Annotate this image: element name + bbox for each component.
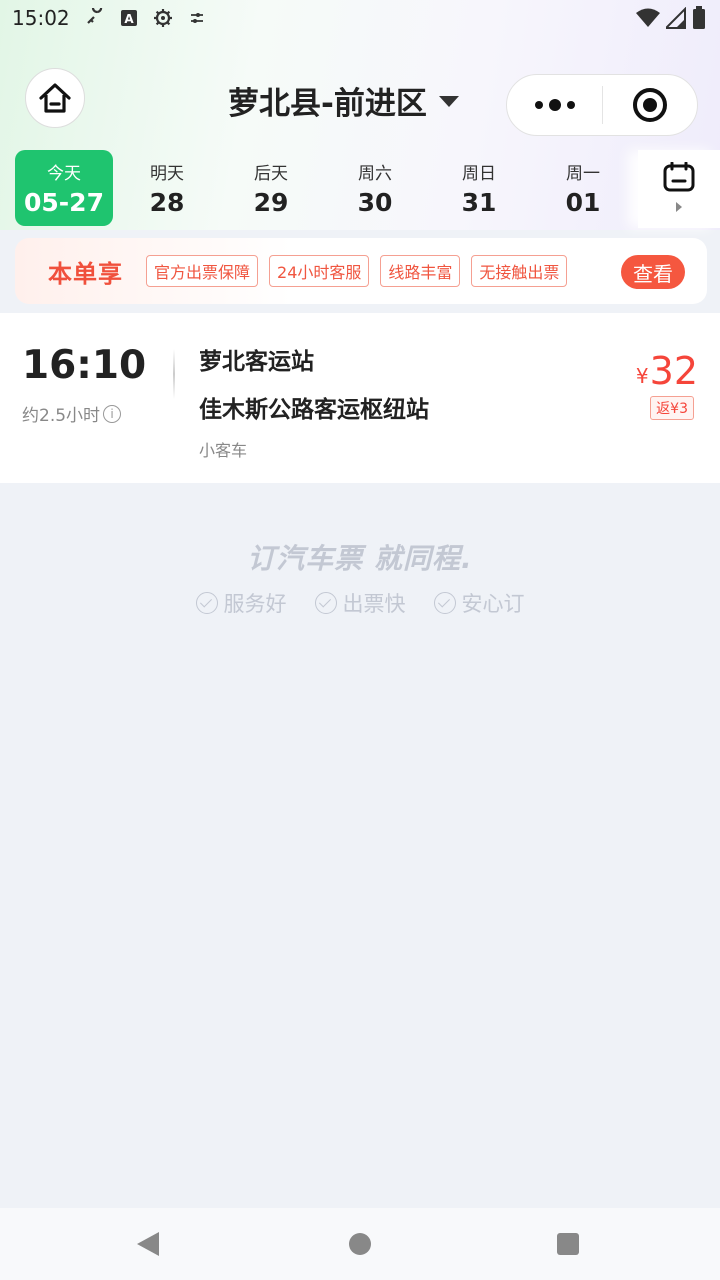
promo-tag: 官方出票保障 <box>146 255 259 287</box>
wifi-icon <box>636 8 660 27</box>
status-time: 15:02 <box>12 6 70 30</box>
promo-tag: 24小时客服 <box>269 255 370 287</box>
check-circle-icon <box>433 592 456 614</box>
date-tab-tomorrow[interactable]: 明天 28 <box>118 150 216 226</box>
status-bar: 15:02 A <box>0 0 720 36</box>
date-tab-label: 周日 <box>462 164 496 184</box>
to-station: 佳木斯公路客运枢纽站 <box>199 397 429 423</box>
date-tab-date: 28 <box>149 188 185 217</box>
vehicle-type: 小客车 <box>199 441 248 460</box>
promo-title: 本单享 <box>48 259 123 288</box>
home-icon <box>39 83 71 113</box>
price-amount: 32 <box>649 349 698 393</box>
page-title: 萝北县-前进区 <box>228 86 427 122</box>
promo-view-button[interactable]: 查看 <box>621 255 685 289</box>
date-tab-date: 30 <box>357 188 393 217</box>
status-right <box>636 6 706 30</box>
tune-icon <box>186 7 208 29</box>
date-tab-saturday[interactable]: 周六 30 <box>326 150 424 226</box>
check-circle-icon <box>195 592 218 614</box>
ticket-price: ¥ 32 <box>636 349 698 393</box>
more-dot-icon <box>566 101 575 109</box>
slogan-text: 订汽车票 就同程. <box>247 542 473 575</box>
battery-icon <box>693 6 705 29</box>
miniprogram-capsule <box>506 74 698 136</box>
arrow-right-icon <box>676 202 682 212</box>
system-nav-bar <box>0 1208 720 1280</box>
trip-duration: 约2.5小时 i <box>22 401 122 426</box>
route-selector[interactable]: 萝北县-前进区 <box>228 78 459 123</box>
date-tab-date: 05-27 <box>24 188 104 217</box>
more-button[interactable] <box>507 74 602 136</box>
home-circle-icon[interactable] <box>349 1233 371 1255</box>
page-header: 萝北县-前进区 <box>0 66 720 144</box>
rebate-badge: 返¥3 <box>650 396 694 420</box>
font-icon: A <box>118 7 140 29</box>
caret-down-icon <box>438 96 459 107</box>
more-dot-icon <box>534 101 543 109</box>
date-tab-label: 今天 <box>47 164 81 184</box>
calendar-button[interactable] <box>638 150 720 228</box>
promo-tag: 线路丰富 <box>380 255 461 287</box>
recent-apps-icon[interactable] <box>557 1233 579 1255</box>
calendar-icon <box>663 162 695 192</box>
feature-label: 出票快 <box>342 592 406 616</box>
signal-icon <box>666 7 686 29</box>
date-tab-day-after[interactable]: 后天 29 <box>222 150 320 226</box>
route-line <box>173 349 175 399</box>
back-icon[interactable] <box>137 1232 159 1256</box>
promo-tag: 无接触出票 <box>471 255 568 287</box>
departure-time: 16:10 <box>22 343 147 388</box>
promo-banner[interactable]: 本单享 官方出票保障 24小时客服 线路丰富 无接触出票 查看 <box>15 238 707 304</box>
date-tab-monday[interactable]: 周一 01 <box>534 150 632 226</box>
svg-text:A: A <box>124 12 134 26</box>
date-tab-sunday[interactable]: 周日 31 <box>430 150 528 226</box>
from-station: 萝北客运站 <box>199 349 314 375</box>
date-tab-date: 29 <box>253 188 289 217</box>
more-dot-icon <box>548 99 561 111</box>
feature-item: 出票快 <box>314 588 406 618</box>
feature-item: 服务好 <box>195 588 287 618</box>
date-tab-label: 明天 <box>150 164 184 184</box>
date-tab-label: 周一 <box>566 164 600 184</box>
feature-item: 安心订 <box>433 588 525 618</box>
home-button[interactable] <box>25 68 85 128</box>
feature-label: 安心订 <box>461 592 525 616</box>
feature-label: 服务好 <box>223 592 287 616</box>
check-circle-icon <box>314 592 337 614</box>
date-tab-label: 周六 <box>358 164 392 184</box>
info-icon[interactable]: i <box>103 404 122 423</box>
date-tab-date: 01 <box>565 188 601 217</box>
target-icon <box>633 88 667 122</box>
settings-icon <box>152 7 174 29</box>
feature-list: 服务好 出票快 安心订 <box>0 588 720 618</box>
date-tabs: 今天 05-27 明天 28 后天 29 周六 30 周日 31 周一 01 <box>0 150 720 228</box>
date-tab-label: 后天 <box>254 164 288 184</box>
trip-card[interactable]: 16:10 约2.5小时 i 萝北客运站 佳木斯公路客运枢纽站 小客车 ¥ 32… <box>0 313 720 483</box>
vpn-key-icon <box>84 7 106 29</box>
date-tab-date: 31 <box>461 188 497 217</box>
date-tab-today[interactable]: 今天 05-27 <box>15 150 113 226</box>
close-miniprogram-button[interactable] <box>603 74 697 136</box>
duration-text: 约2.5小时 <box>22 406 101 426</box>
currency-symbol: ¥ <box>635 364 649 388</box>
